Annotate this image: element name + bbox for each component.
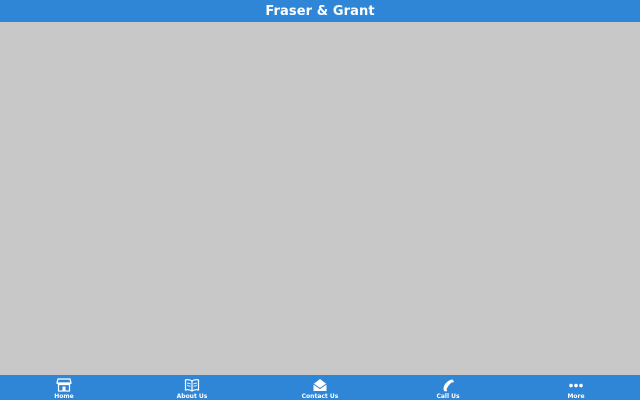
tab-label: About Us — [176, 393, 208, 400]
tab-label: Call Us — [436, 393, 460, 400]
title-bar: Fraser & Grant — [0, 0, 640, 22]
tab-about-us[interactable]: About Us — [128, 375, 256, 400]
content-area — [0, 22, 640, 375]
tab-label: Home — [54, 393, 74, 400]
app-title: Fraser & Grant — [265, 3, 375, 19]
more-dots-icon — [569, 383, 583, 388]
tab-home[interactable]: Home — [0, 375, 128, 400]
tab-contact-us[interactable]: Contact Us — [256, 375, 384, 400]
tab-call-us[interactable]: Call Us — [384, 375, 512, 400]
envelope-icon — [313, 379, 327, 391]
book-icon — [184, 379, 200, 392]
app-window: Fraser & Grant Home About Us Contact Us … — [0, 0, 640, 400]
bottom-tab-bar: Home About Us Contact Us Call Us More — [0, 375, 640, 400]
tab-more[interactable]: More — [512, 375, 640, 400]
tab-label: More — [567, 393, 585, 400]
phone-icon — [443, 379, 454, 392]
tab-label: Contact Us — [301, 393, 339, 400]
store-icon — [56, 378, 72, 392]
